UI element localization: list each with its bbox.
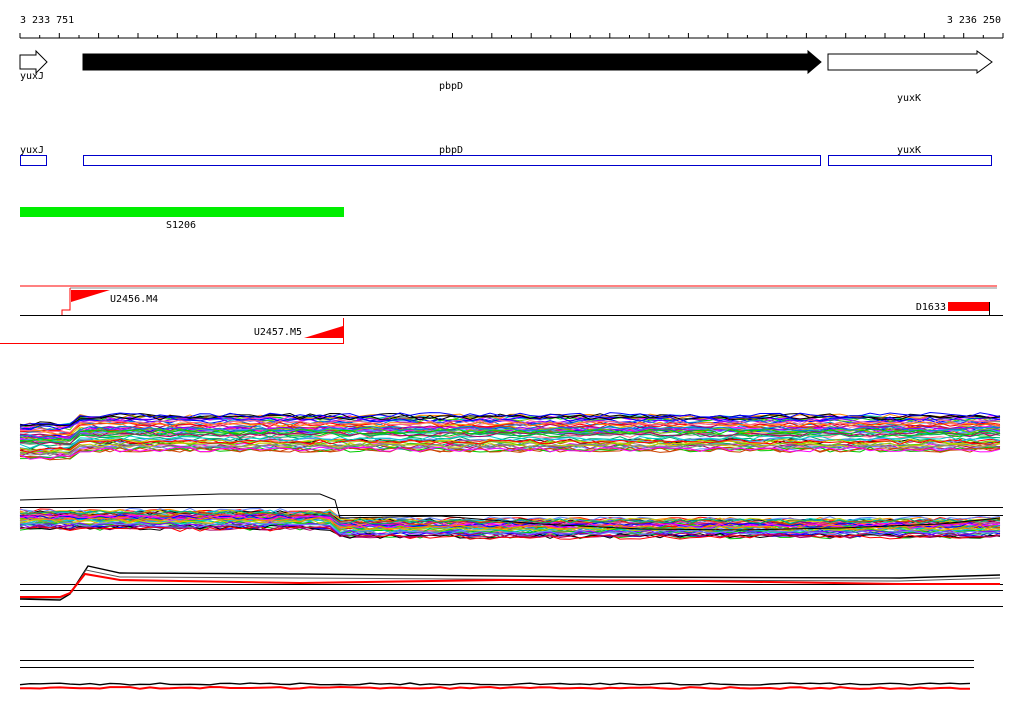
- annotation-box-yuxJ[interactable]: [20, 155, 47, 166]
- annotation-box-pbpD[interactable]: [83, 155, 821, 166]
- gene-arrow-yuxJ[interactable]: [19, 49, 48, 75]
- segment-track: S1206: [20, 207, 344, 231]
- annotation-label-yuxJ: yuxJ: [20, 145, 44, 156]
- annotation-label-yuxK: yuxK: [897, 145, 921, 156]
- ruler-end-label: 3 236 250: [947, 15, 1001, 26]
- coordinate-ruler: 3 233 751 3 236 250: [19, 15, 1004, 39]
- transcript-track: U2456.M4 D1633 U2457.M5: [0, 285, 1003, 344]
- expression-profile-track-2: [19, 493, 1003, 540]
- genome-browser-view: 3 233 751 3 236 250 yuxJ pbpD yuxK yuxJ …: [0, 15, 1004, 690]
- gene-label-yuxK: yuxK: [897, 93, 921, 104]
- gene-arrow-pbpD[interactable]: [82, 49, 822, 75]
- ruler-start-label: 3 233 751: [20, 15, 74, 26]
- expression-profile-track-1: [19, 411, 1001, 461]
- expression-profile-track-3: [19, 565, 1003, 607]
- expression-profile-track-4: [19, 660, 974, 690]
- transcript-label-U2456: U2456.M4: [110, 294, 158, 305]
- profile-line-dark: [19, 682, 971, 686]
- segment-label-S1206: S1206: [166, 220, 196, 231]
- gene-label-pbpD: pbpD: [439, 81, 463, 92]
- gene-arrow-yuxK[interactable]: [827, 50, 993, 74]
- gene-label-yuxJ: yuxJ: [20, 71, 44, 82]
- annotation-box-yuxK[interactable]: [828, 155, 992, 166]
- transcript-label-U2457: U2457.M5: [254, 327, 302, 338]
- profile-line-signal: [20, 685, 970, 690]
- transcript-bar-D1633[interactable]: [948, 302, 989, 311]
- transcript-marker-U2457[interactable]: [304, 326, 343, 338]
- gene-track: yuxJ pbpD yuxK: [19, 49, 993, 104]
- annotation-label-pbpD: pbpD: [439, 145, 463, 156]
- segment-bar-S1206[interactable]: [20, 207, 344, 217]
- transcript-step-U2456: [61, 288, 71, 315]
- transcript-marker-U2456[interactable]: [71, 290, 110, 302]
- ruler-ticks: [19, 33, 1004, 38]
- annotation-track: yuxJ pbpD yuxK: [20, 145, 992, 166]
- transcript-label-D1633: D1633: [916, 302, 946, 313]
